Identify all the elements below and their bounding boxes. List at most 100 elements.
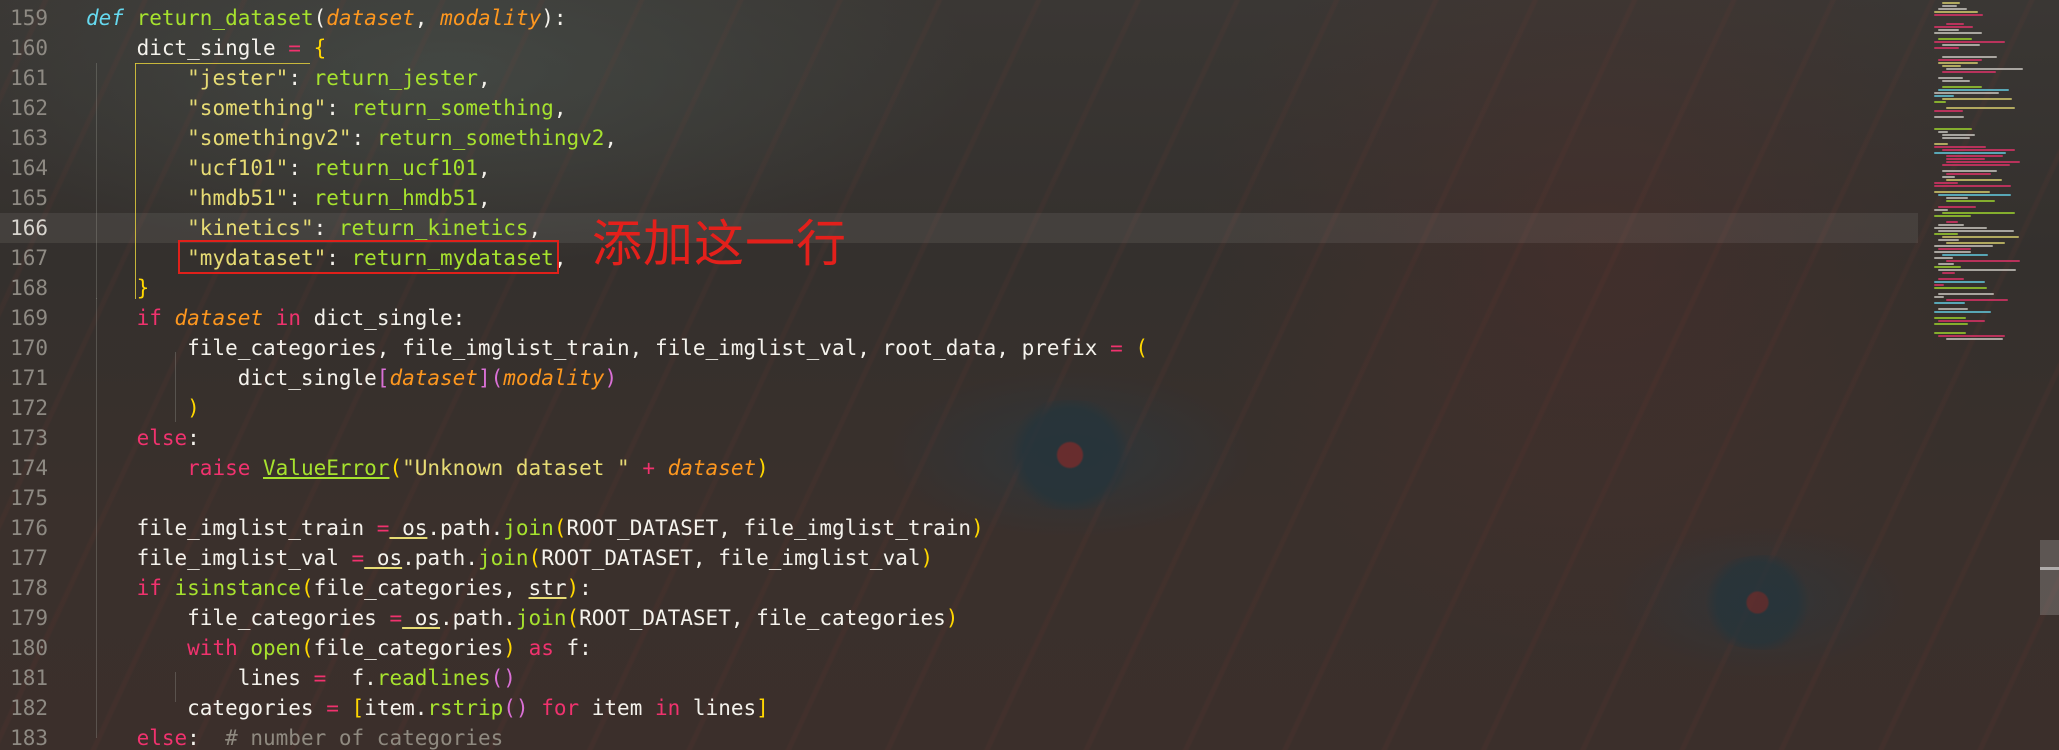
code-token: file_categories <box>86 606 390 630</box>
minimap-line <box>1938 293 1994 295</box>
minimap-line <box>1946 158 1985 160</box>
code-token: , <box>477 186 491 210</box>
code-editor[interactable]: 159 def return_dataset(dataset, modality)… <box>0 0 2059 750</box>
minimap-line <box>1938 224 1964 226</box>
code-line[interactable]: 177 file_imglist_val = os.path.join(ROOT… <box>0 543 1918 573</box>
line-number: 162 <box>10 96 48 120</box>
minimap-line <box>1938 59 1982 61</box>
line-number: 161 <box>10 66 48 90</box>
line-number: 177 <box>10 546 48 570</box>
code-line[interactable]: 161 "jester": return_jester, <box>0 63 1918 93</box>
line-number: 159 <box>10 6 48 30</box>
minimap-line <box>1938 206 1976 208</box>
minimap-line <box>1934 284 1944 286</box>
minimap-line <box>1938 131 1948 133</box>
minimap-line <box>1942 170 1997 172</box>
code-line[interactable]: 175 <box>0 483 1918 513</box>
line-number: 166 <box>10 216 48 240</box>
code-token: def <box>86 6 137 30</box>
code-token: join <box>515 606 567 630</box>
minimap[interactable] <box>1928 0 2028 750</box>
code-token: : <box>187 726 226 750</box>
code-line[interactable]: 178 if isinstance(file_categories, str): <box>0 573 1918 603</box>
code-token: "jester" <box>187 66 289 90</box>
code-token: "kinetics" <box>187 216 314 240</box>
code-line[interactable]: 170 file_categories, file_imglist_train,… <box>0 333 1918 363</box>
code-token: ( <box>1122 336 1149 360</box>
minimap-line <box>1934 128 1972 130</box>
code-token: ) <box>566 576 580 600</box>
line-number: 171 <box>10 366 48 390</box>
line-source: "hmdb51": return_hmdb51, <box>86 183 491 213</box>
code-token: { <box>300 36 327 60</box>
minimap-line <box>1934 143 1948 145</box>
scrollbar-position-marker <box>2040 567 2059 570</box>
code-token: return_dataset <box>136 6 314 30</box>
code-token: for <box>528 696 592 720</box>
code-token: : <box>326 96 352 120</box>
line-source: ) <box>86 393 200 423</box>
code-line[interactable]: 180 with open(file_categories) as f: <box>0 633 1918 663</box>
scrollbar-thumb[interactable] <box>2040 540 2059 615</box>
code-line[interactable]: 176 file_imglist_train = os.path.join(RO… <box>0 513 1918 543</box>
code-token: , <box>477 66 491 90</box>
minimap-line <box>1934 191 1990 193</box>
code-line[interactable]: 173 else: <box>0 423 1918 453</box>
code-token: ROOT_DATASET, file_imglist_val <box>541 546 921 570</box>
line-number: 167 <box>10 246 48 270</box>
line-source: if dataset in dict_single: <box>86 303 466 333</box>
minimap-line <box>1934 257 1953 259</box>
code-token: lines <box>86 666 314 690</box>
code-token: return_somethingv2 <box>376 126 605 150</box>
code-line[interactable]: 179 file_categories = os.path.join(ROOT_… <box>0 603 1918 633</box>
code-line[interactable]: 172 ) <box>0 393 1918 423</box>
code-token: : <box>313 216 339 240</box>
code-line[interactable]: 169 if dataset in dict_single: <box>0 303 1918 333</box>
code-line[interactable]: 162 "something": return_something, <box>0 93 1918 123</box>
code-token: item <box>591 696 643 720</box>
minimap-line <box>1938 320 1985 322</box>
line-number: 179 <box>10 606 48 630</box>
code-line[interactable]: 168 } <box>0 273 1918 303</box>
minimap-line <box>1934 251 1971 253</box>
minimap-line <box>1934 317 1966 319</box>
code-line[interactable]: 182 categories = [item.rstrip() for item… <box>0 693 1918 723</box>
code-line[interactable]: 166 "kinetics": return_kinetics, <box>0 213 1918 243</box>
code-token: = <box>313 666 327 690</box>
code-token: return_kinetics <box>338 216 529 240</box>
code-token: = <box>376 516 390 540</box>
code-token: , <box>414 6 441 30</box>
minimap-line <box>1946 161 2020 163</box>
line-source: lines = f.readlines() <box>86 663 516 693</box>
minimap-line <box>1934 296 1944 298</box>
minimap-line <box>1946 179 2002 181</box>
code-token: [ <box>376 366 390 390</box>
code-token: dict_single <box>86 36 289 60</box>
code-line[interactable]: 159 def return_dataset(dataset, modality)… <box>0 3 1918 33</box>
code-token: "ucf101" <box>187 156 289 180</box>
minimap-line <box>1934 11 1978 13</box>
code-line[interactable]: 183 else: # number of categories <box>0 723 1918 750</box>
code-token: ( <box>389 456 403 480</box>
code-token: "Unknown dataset " <box>402 456 630 480</box>
code-line[interactable]: 160 dict_single = { <box>0 33 1918 63</box>
code-line[interactable]: 164 "ucf101": return_ucf101, <box>0 153 1918 183</box>
line-source: "something": return_something, <box>86 93 566 123</box>
code-token: file_categories, <box>313 576 529 600</box>
code-token: dict_single <box>86 366 377 390</box>
code-line[interactable]: 163 "somethingv2": return_somethingv2, <box>0 123 1918 153</box>
minimap-line <box>1942 44 1980 46</box>
code-line[interactable]: 171 dict_single[dataset](modality) <box>0 363 1918 393</box>
code-token: = <box>326 696 339 720</box>
minimap-line <box>1934 116 1964 118</box>
annotation-text: 添加这一行 <box>592 215 847 273</box>
code-token: with <box>187 636 251 660</box>
code-line[interactable]: 165 "hmdb51": return_hmdb51, <box>0 183 1918 213</box>
line-number: 164 <box>10 156 48 180</box>
code-line[interactable]: 174 raise ValueError("Unknown dataset " … <box>0 453 1918 483</box>
minimap-line <box>1946 242 2005 244</box>
code-lines[interactable]: 159 def return_dataset(dataset, modality)… <box>0 3 1918 750</box>
code-line[interactable]: 181 lines = f.readlines() <box>0 663 1918 693</box>
